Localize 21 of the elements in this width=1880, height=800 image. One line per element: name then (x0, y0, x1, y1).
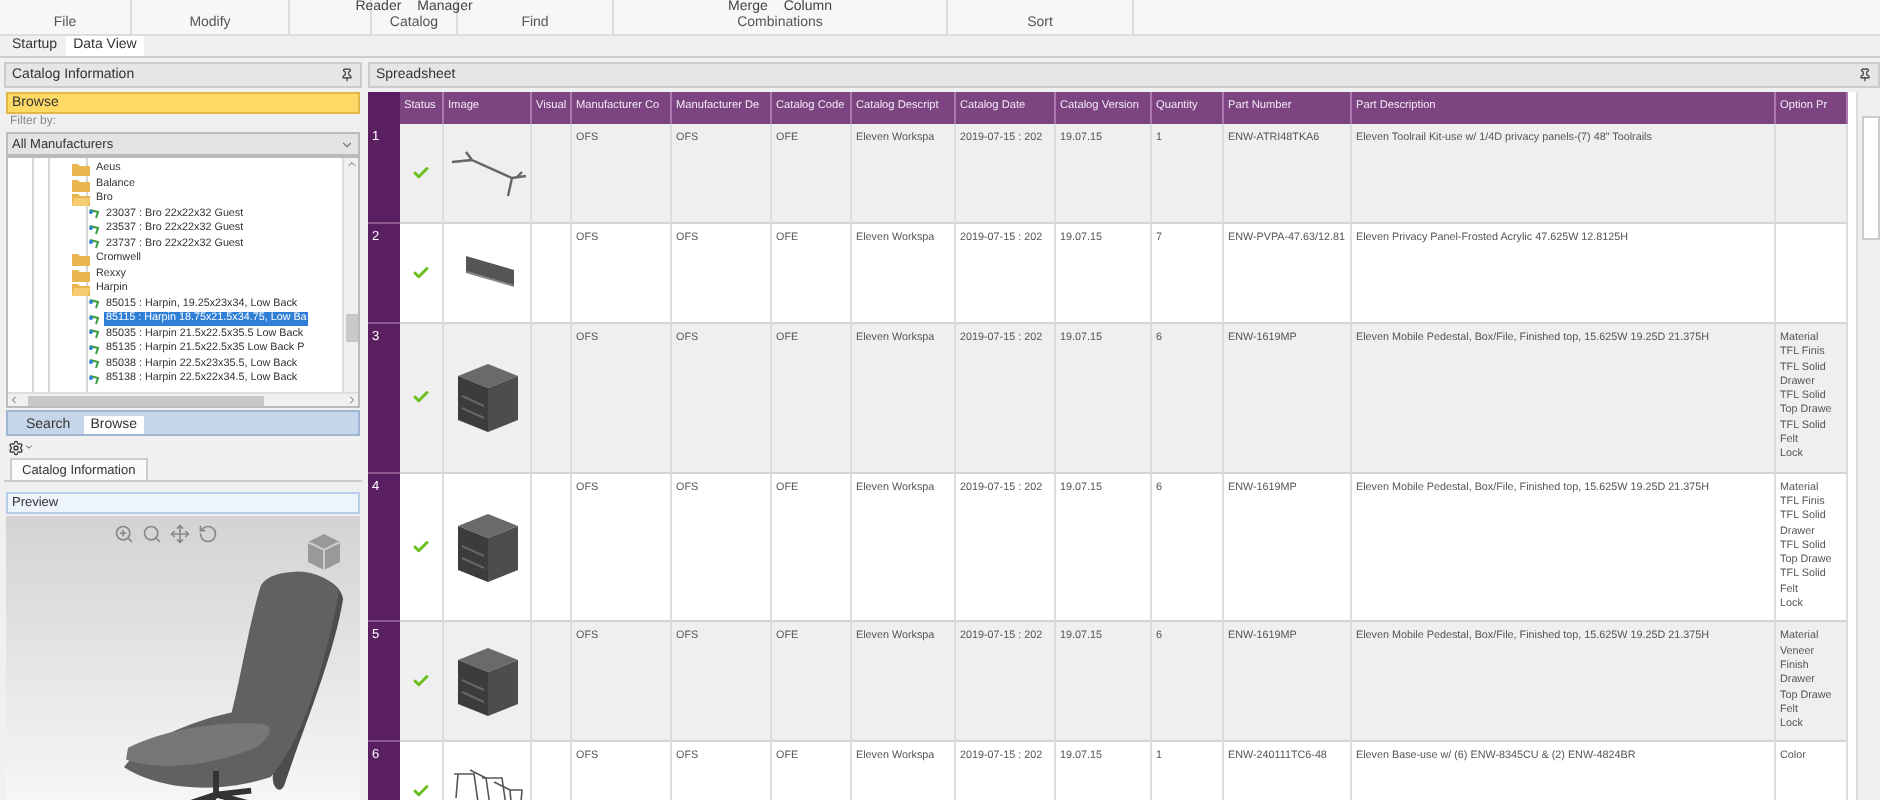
cube-icon[interactable] (304, 532, 344, 572)
settings-icon[interactable] (8, 439, 24, 455)
pin-icon[interactable] (1858, 68, 1872, 82)
pin-icon[interactable] (340, 68, 354, 82)
horizontal-scrollbar[interactable] (8, 392, 358, 406)
toolrail-drawing (447, 147, 527, 199)
scroll-right-icon[interactable] (346, 394, 358, 406)
move-icon[interactable] (170, 524, 190, 544)
rotate-icon[interactable] (198, 524, 218, 544)
chevron-down-icon (340, 137, 354, 151)
scroll-thumb[interactable] (28, 396, 264, 406)
scroll-thumb[interactable] (1862, 116, 1880, 240)
scroll-left-icon[interactable] (8, 394, 20, 406)
scroll-up-icon[interactable] (345, 158, 357, 170)
pedestal-drawing (453, 643, 521, 720)
caret-icon[interactable] (24, 442, 34, 452)
search-icon[interactable] (142, 524, 162, 544)
pedestal-drawing (453, 509, 521, 585)
scroll-thumb[interactable] (346, 314, 358, 342)
zoom-icon[interactable] (114, 524, 134, 544)
pedestal-drawing (453, 359, 521, 436)
